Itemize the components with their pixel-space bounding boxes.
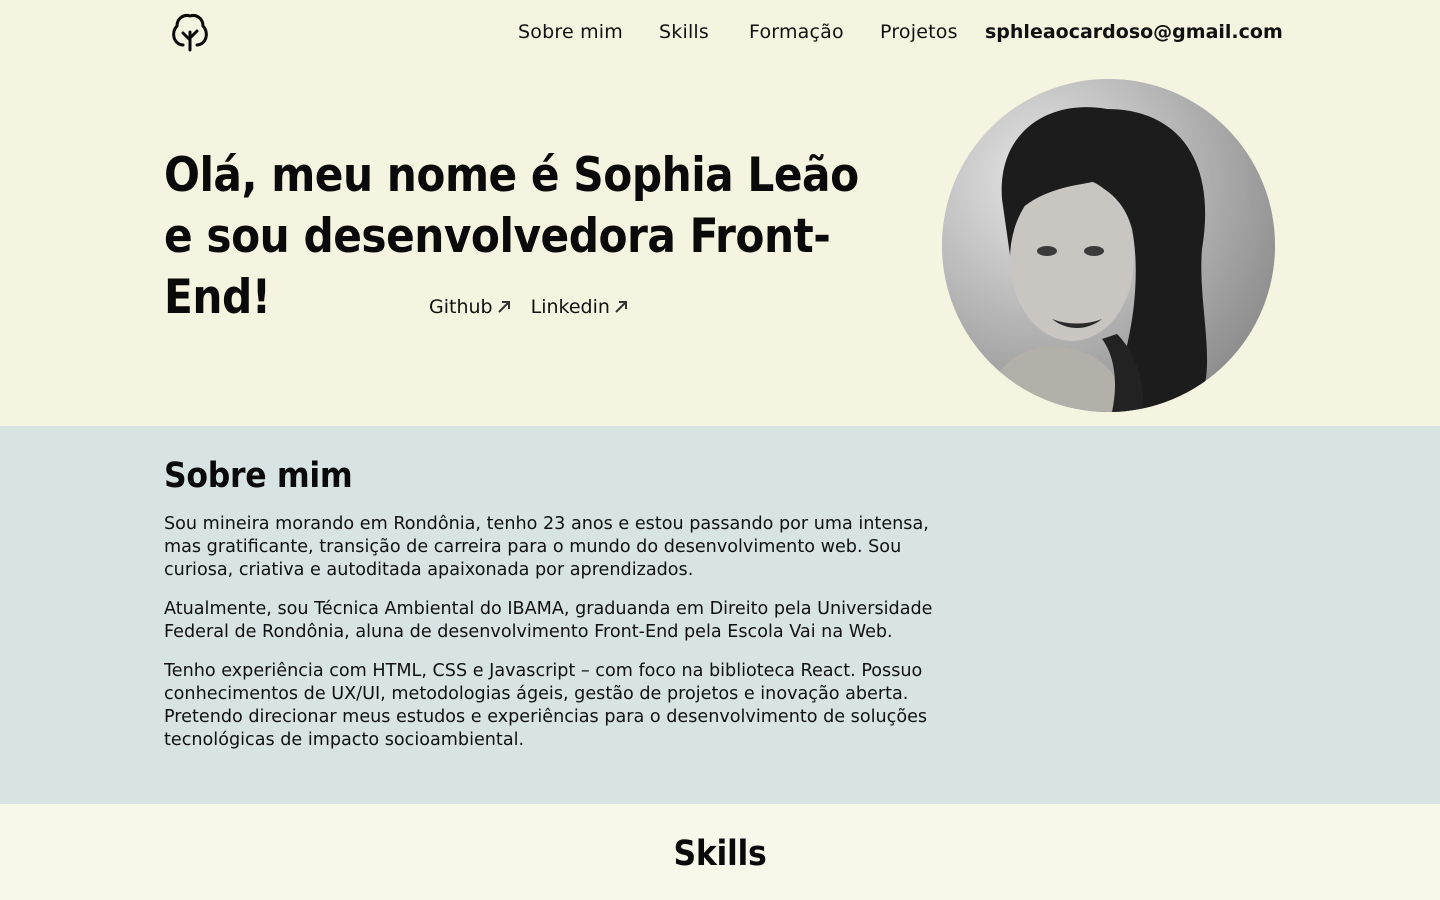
about-section: Sobre mim Sou mineira morando em Rondôni… (0, 426, 1440, 804)
about-paragraph: Tenho experiência com HTML, CSS e Javasc… (164, 661, 928, 750)
github-link-label: Github (429, 296, 493, 318)
profile-photo (942, 79, 1275, 412)
skills-heading: Skills (673, 834, 767, 874)
about-text: Sou mineira morando em Rondônia, tenho 2… (164, 513, 944, 768)
linkedin-link-label: Linkedin (530, 296, 610, 318)
skills-section: Skills (0, 804, 1440, 900)
external-link-arrow-icon (615, 301, 627, 313)
github-link[interactable]: Github (429, 296, 511, 318)
about-paragraph: Sou mineira morando em Rondônia, tenho 2… (164, 514, 929, 580)
linkedin-link[interactable]: Linkedin (531, 296, 628, 318)
social-links: Github Linkedin (429, 296, 628, 318)
nav-link-projetos[interactable]: Projetos (880, 21, 958, 43)
top-nav: Sobre mim Skills Formação Projetos sphle… (0, 0, 1440, 66)
hero-section: Sobre mim Skills Formação Projetos sphle… (0, 0, 1440, 426)
about-heading: Sobre mim (164, 456, 353, 496)
tree-icon[interactable] (168, 10, 212, 54)
nav-link-formacao[interactable]: Formação (749, 21, 844, 43)
about-paragraph: Atualmente, sou Técnica Ambiental do IBA… (164, 599, 933, 642)
nav-link-sobre-mim[interactable]: Sobre mim (518, 21, 623, 43)
external-link-arrow-icon (497, 301, 510, 313)
nav-link-skills[interactable]: Skills (659, 21, 709, 43)
email-link[interactable]: sphleaocardoso@gmail.com (985, 21, 1283, 43)
